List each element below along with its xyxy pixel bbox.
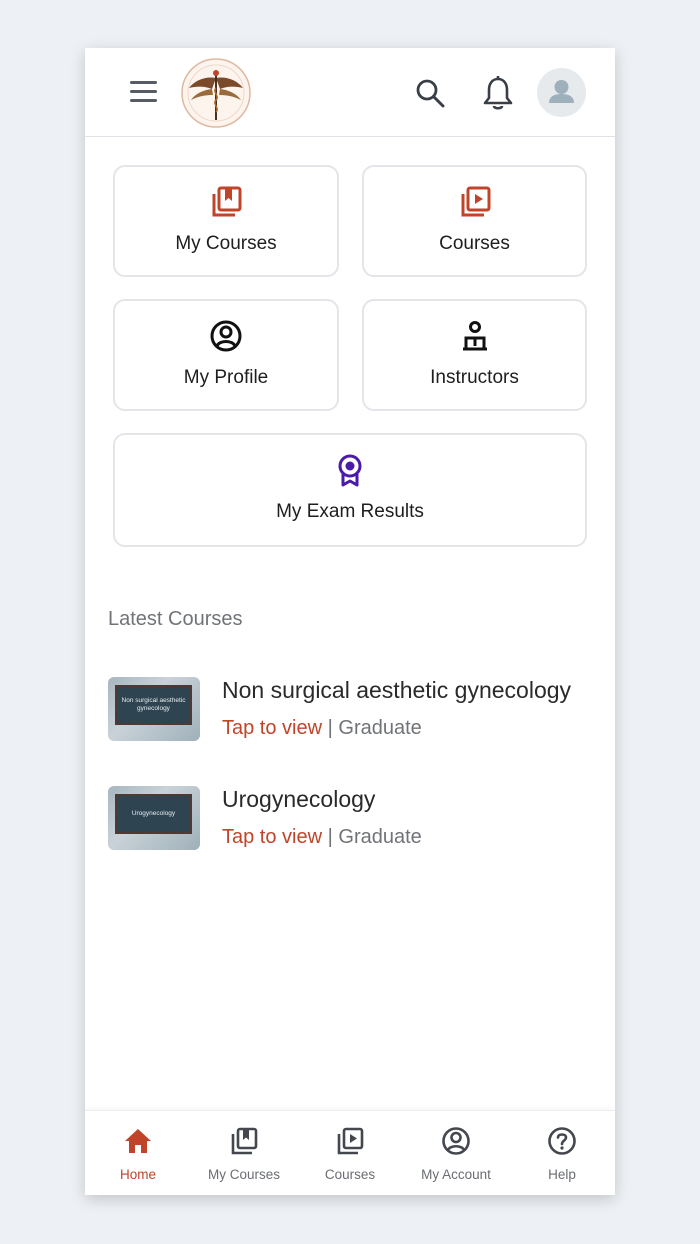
tile-label: My Profile [183,367,269,388]
my-profile-tile[interactable]: My Profile [113,299,339,411]
latest-courses-heading: Latest Courses [108,608,243,630]
bell-icon[interactable] [483,75,513,111]
course-title: Non surgical aesthetic gynecology [222,677,572,703]
winged-caduceus-logo [181,58,251,128]
course-title: Urogynecology [222,786,376,812]
home-icon [125,1129,151,1153]
nav-label: My Account [421,1167,491,1182]
tap-to-view-link[interactable]: Tap to view [222,826,322,848]
award-ribbon-icon [338,454,362,487]
nav-label: Home [119,1167,156,1182]
nav-home[interactable]: Home [85,1111,191,1195]
nav-help[interactable]: Help [509,1111,615,1195]
thumbnail-text: Non surgical aesthetic gynecology [115,685,192,725]
bookmark-book-icon [212,186,242,217]
course-level: Graduate [338,717,422,739]
course-meta: Tap to view | Graduate [222,826,422,849]
course-list-item[interactable]: Urogynecology Urogynecology Tap to view … [108,786,598,856]
search-icon[interactable] [415,78,445,108]
nav-label: My Courses [207,1167,280,1182]
video-library-icon [337,1127,364,1155]
course-thumbnail: Urogynecology [108,786,200,850]
user-avatar-icon[interactable] [537,68,586,117]
nav-my-courses[interactable]: My Courses [191,1111,297,1195]
nav-courses[interactable]: Courses [297,1111,403,1195]
meta-separator: | [327,717,333,739]
hamburger-icon[interactable] [130,81,158,103]
instructors-tile[interactable]: Instructors [362,299,587,411]
tap-to-view-link[interactable]: Tap to view [222,717,322,739]
nav-label: Courses [324,1167,376,1182]
nav-my-account[interactable]: My Account [403,1111,509,1195]
video-library-icon [461,186,490,217]
tile-label: Courses [439,233,510,254]
bottom-navigation: Home My Courses Courses My Account Help [85,1110,615,1195]
user-circle-icon [210,320,242,352]
course-thumbnail: Non surgical aesthetic gynecology [108,677,200,741]
course-level: Graduate [338,826,422,848]
bookmark-book-icon [231,1127,258,1155]
course-meta: Tap to view | Graduate [222,717,422,740]
course-list-item[interactable]: Non surgical aesthetic gynecology Non su… [108,677,598,747]
tile-label: My Courses [175,233,277,254]
user-circle-icon [442,1127,470,1155]
thumbnail-text: Urogynecology [115,794,192,834]
instructor-icon [462,321,487,351]
my-courses-tile[interactable]: My Courses [113,165,339,277]
top-app-bar [85,48,615,137]
help-circle-icon [548,1127,576,1155]
tile-label: My Exam Results [276,501,424,522]
nav-label: Help [548,1167,576,1182]
meta-separator: | [327,826,333,848]
tile-label: Instructors [430,367,519,388]
courses-tile[interactable]: Courses [362,165,587,277]
my-exam-results-tile[interactable]: My Exam Results [113,433,587,547]
app-screen: My Courses Courses My Profile Instructor… [85,48,615,1195]
